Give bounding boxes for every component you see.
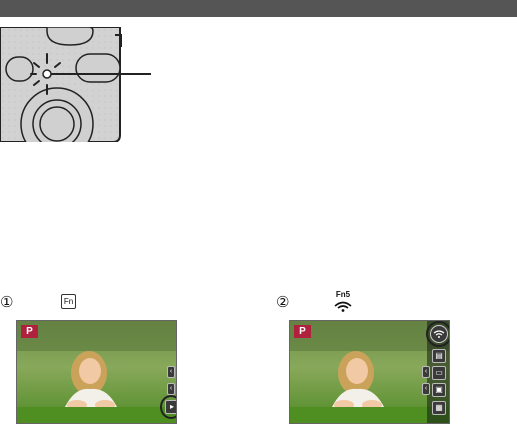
tab-arrow-left-icon[interactable]: ‹ — [167, 366, 175, 378]
highlight-ring — [160, 395, 176, 419]
fn5-wifi-icon: Fn5 — [333, 290, 353, 312]
tab-scroll-icon[interactable]: ‹ — [422, 383, 430, 395]
fn5-label: Fn5 — [335, 290, 351, 299]
wifi-icon — [334, 301, 352, 312]
mode-badge: P — [294, 325, 311, 338]
screen-step-1: P ‹ ‹ ▸ — [16, 320, 177, 424]
tab-icon-3[interactable]: ▣ — [432, 383, 446, 397]
fn-button-icon: Fn — [61, 294, 76, 309]
tab-icon-4[interactable]: ▦ — [432, 401, 446, 415]
header-bar — [0, 0, 517, 17]
mode-badge: P — [21, 325, 38, 338]
step-2-number: ② — [276, 292, 290, 311]
tab-icon-2[interactable]: ▭ — [432, 366, 446, 380]
tab-arrow-left-icon[interactable]: ‹ — [422, 366, 430, 378]
tab-icon-1[interactable]: ▤ — [432, 349, 446, 363]
step-1-number: ① — [0, 292, 14, 311]
tab-scroll-icon[interactable]: ‹ — [167, 383, 175, 395]
screen-step-2: P ▤ ▭ ▣ ‹ ‹ ▦ — [289, 320, 450, 424]
step-2-label: ② Fn5 — [276, 290, 396, 312]
camera-illustration — [0, 27, 160, 142]
live-view-photo — [17, 321, 176, 423]
step-1-label: ① Fn — [0, 293, 120, 311]
highlight-ring — [426, 321, 449, 347]
